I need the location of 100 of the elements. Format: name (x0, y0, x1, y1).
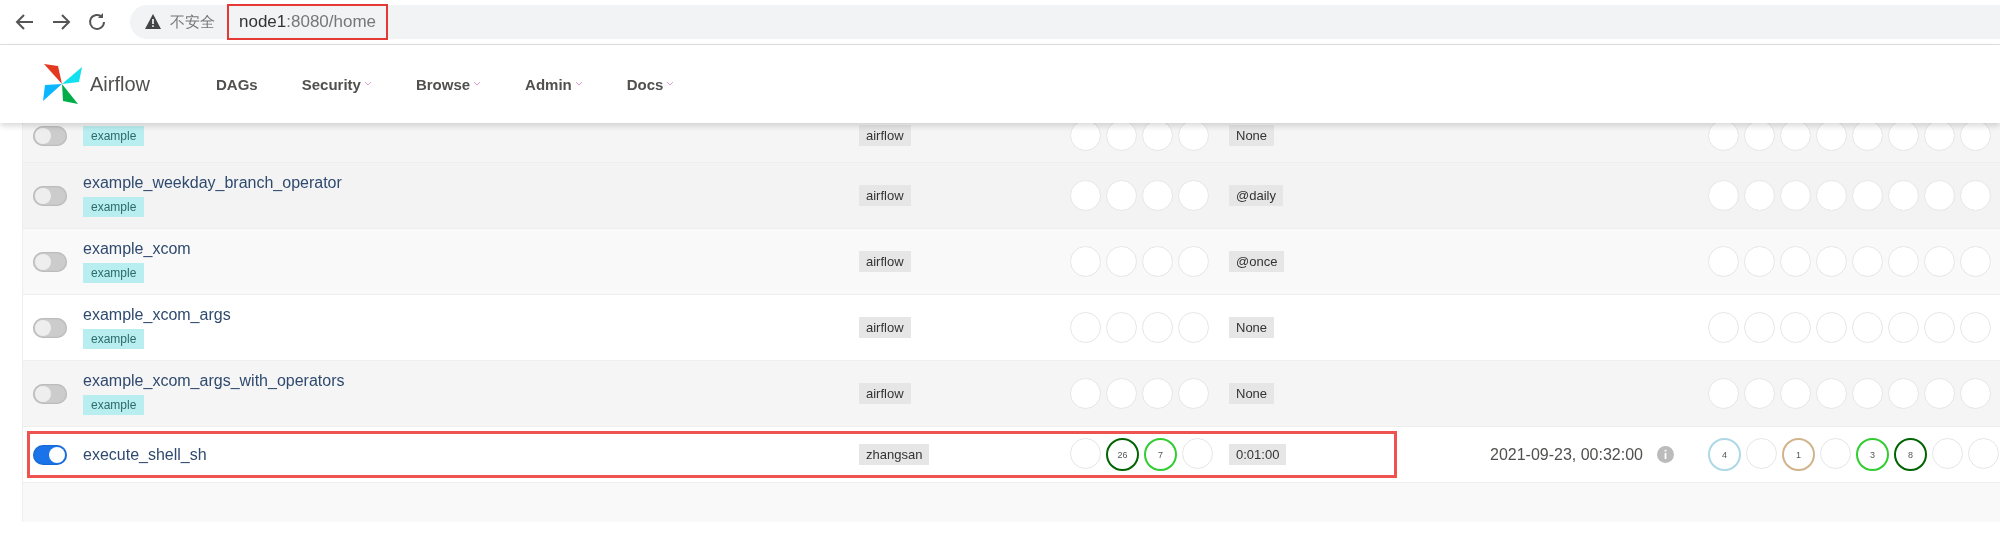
schedule-label: @once (1229, 251, 1285, 272)
status-circle (1070, 180, 1101, 211)
status-circle (1816, 378, 1847, 409)
nav-menu-item[interactable]: Browse (415, 75, 482, 93)
schedule-label: @daily (1229, 185, 1283, 206)
status-circle (1816, 180, 1847, 211)
status-circle (1932, 438, 1963, 469)
status-circle (1852, 378, 1883, 409)
status-circle (1106, 312, 1137, 343)
status-circle (1142, 180, 1173, 211)
dag-name-link[interactable]: example_xcom (83, 240, 191, 258)
status-circle (1708, 378, 1739, 409)
status-circle (1960, 246, 1991, 277)
dag-name-link[interactable]: example_weekday_branch_operator (83, 174, 342, 192)
status-circle (1178, 312, 1209, 343)
pause-toggle[interactable] (33, 251, 67, 272)
status-circle (1744, 378, 1775, 409)
schedule-label: None (1229, 317, 1275, 338)
status-circle (1106, 378, 1137, 409)
status-count-circle[interactable]: 1 (1782, 438, 1815, 471)
owner-label: zhangsan (859, 444, 930, 465)
tag-label[interactable]: example (83, 197, 145, 217)
nav-menu-item[interactable]: Docs (626, 75, 675, 93)
schedule-label: None (1229, 383, 1275, 404)
status-count-circle[interactable]: 26 (1106, 438, 1139, 471)
status-circle (1708, 180, 1739, 211)
address-bar[interactable]: 不安全 node1:8080/home (130, 5, 2000, 39)
tag-label[interactable]: example (83, 329, 145, 349)
status-circle (1744, 312, 1775, 343)
status-circle (1744, 180, 1775, 211)
status-circle (1888, 378, 1919, 409)
status-circle (1780, 312, 1811, 343)
status-circle (1852, 246, 1883, 277)
pause-toggle[interactable] (33, 444, 67, 465)
pinwheel-logo-icon[interactable] (40, 61, 84, 107)
status-circle (1178, 180, 1209, 211)
status-circle (1142, 246, 1173, 277)
status-circle (1780, 180, 1811, 211)
status-circle (1888, 246, 1919, 277)
status-count-circle[interactable]: 7 (1144, 438, 1177, 471)
owner-label: airflow (859, 317, 911, 338)
status-circle (1070, 246, 1101, 277)
nav-menu-item[interactable]: Admin (525, 75, 583, 93)
reload-icon[interactable] (86, 11, 108, 33)
owner-label: airflow (859, 251, 911, 272)
status-circle (1780, 378, 1811, 409)
status-circle (1070, 438, 1101, 469)
warning-icon (144, 13, 162, 31)
status-circle (1182, 438, 1213, 469)
owner-label: airflow (859, 185, 911, 206)
status-circle (1888, 180, 1919, 211)
status-circle (1960, 378, 1991, 409)
status-circle (1820, 438, 1851, 469)
status-circle (1924, 246, 1955, 277)
schedule-label: None (1229, 125, 1275, 146)
status-circle (1852, 180, 1883, 211)
schedule-label: 0:01:00 (1229, 444, 1287, 465)
pause-toggle[interactable] (33, 317, 67, 338)
status-circle (1106, 180, 1137, 211)
status-circle (1746, 438, 1777, 469)
status-circle (1178, 246, 1209, 277)
dag-name-link[interactable]: execute_shell_sh (83, 445, 207, 464)
status-circle (1070, 378, 1101, 409)
status-circle (1178, 378, 1209, 409)
url-text: node1:8080/home (227, 4, 389, 40)
status-circle (1708, 246, 1739, 277)
status-circle (1888, 312, 1919, 343)
status-circle (1816, 312, 1847, 343)
status-circle (1142, 312, 1173, 343)
status-circle (1924, 180, 1955, 211)
security-label: 不安全 (170, 12, 215, 32)
info-icon[interactable] (1657, 446, 1674, 463)
status-count-circle[interactable]: 4 (1708, 438, 1741, 471)
status-circle (1708, 312, 1739, 343)
last-run-time[interactable]: 2021-09-23, 00:32:00 (1490, 445, 1643, 464)
status-circle (1924, 378, 1955, 409)
dag-name-link[interactable]: example_xcom_args (83, 306, 231, 324)
nav-menu-item[interactable]: Security (301, 75, 372, 93)
pause-toggle[interactable] (33, 383, 67, 404)
status-count-circle[interactable]: 8 (1894, 438, 1927, 471)
status-circle (1106, 246, 1137, 277)
status-count-circle[interactable]: 3 (1856, 438, 1889, 471)
status-circle (1924, 312, 1955, 343)
dag-name-link[interactable]: example_xcom_args_with_operators (83, 372, 345, 390)
status-circle (1960, 312, 1991, 343)
owner-label: airflow (859, 383, 911, 404)
status-circle (1744, 246, 1775, 277)
tag-label[interactable]: example (83, 395, 145, 415)
brand-name[interactable]: Airflow (90, 72, 150, 96)
status-circle (1780, 246, 1811, 277)
tag-label[interactable]: example (83, 125, 145, 146)
status-circle (1816, 246, 1847, 277)
nav-menu-item[interactable]: DAGs (216, 75, 258, 93)
status-circle (1852, 312, 1883, 343)
pause-toggle[interactable] (33, 125, 67, 146)
status-circle (1960, 180, 1991, 211)
status-circle (1142, 378, 1173, 409)
tag-label[interactable]: example (83, 263, 145, 283)
status-circle (1070, 312, 1101, 343)
pause-toggle[interactable] (33, 185, 67, 206)
